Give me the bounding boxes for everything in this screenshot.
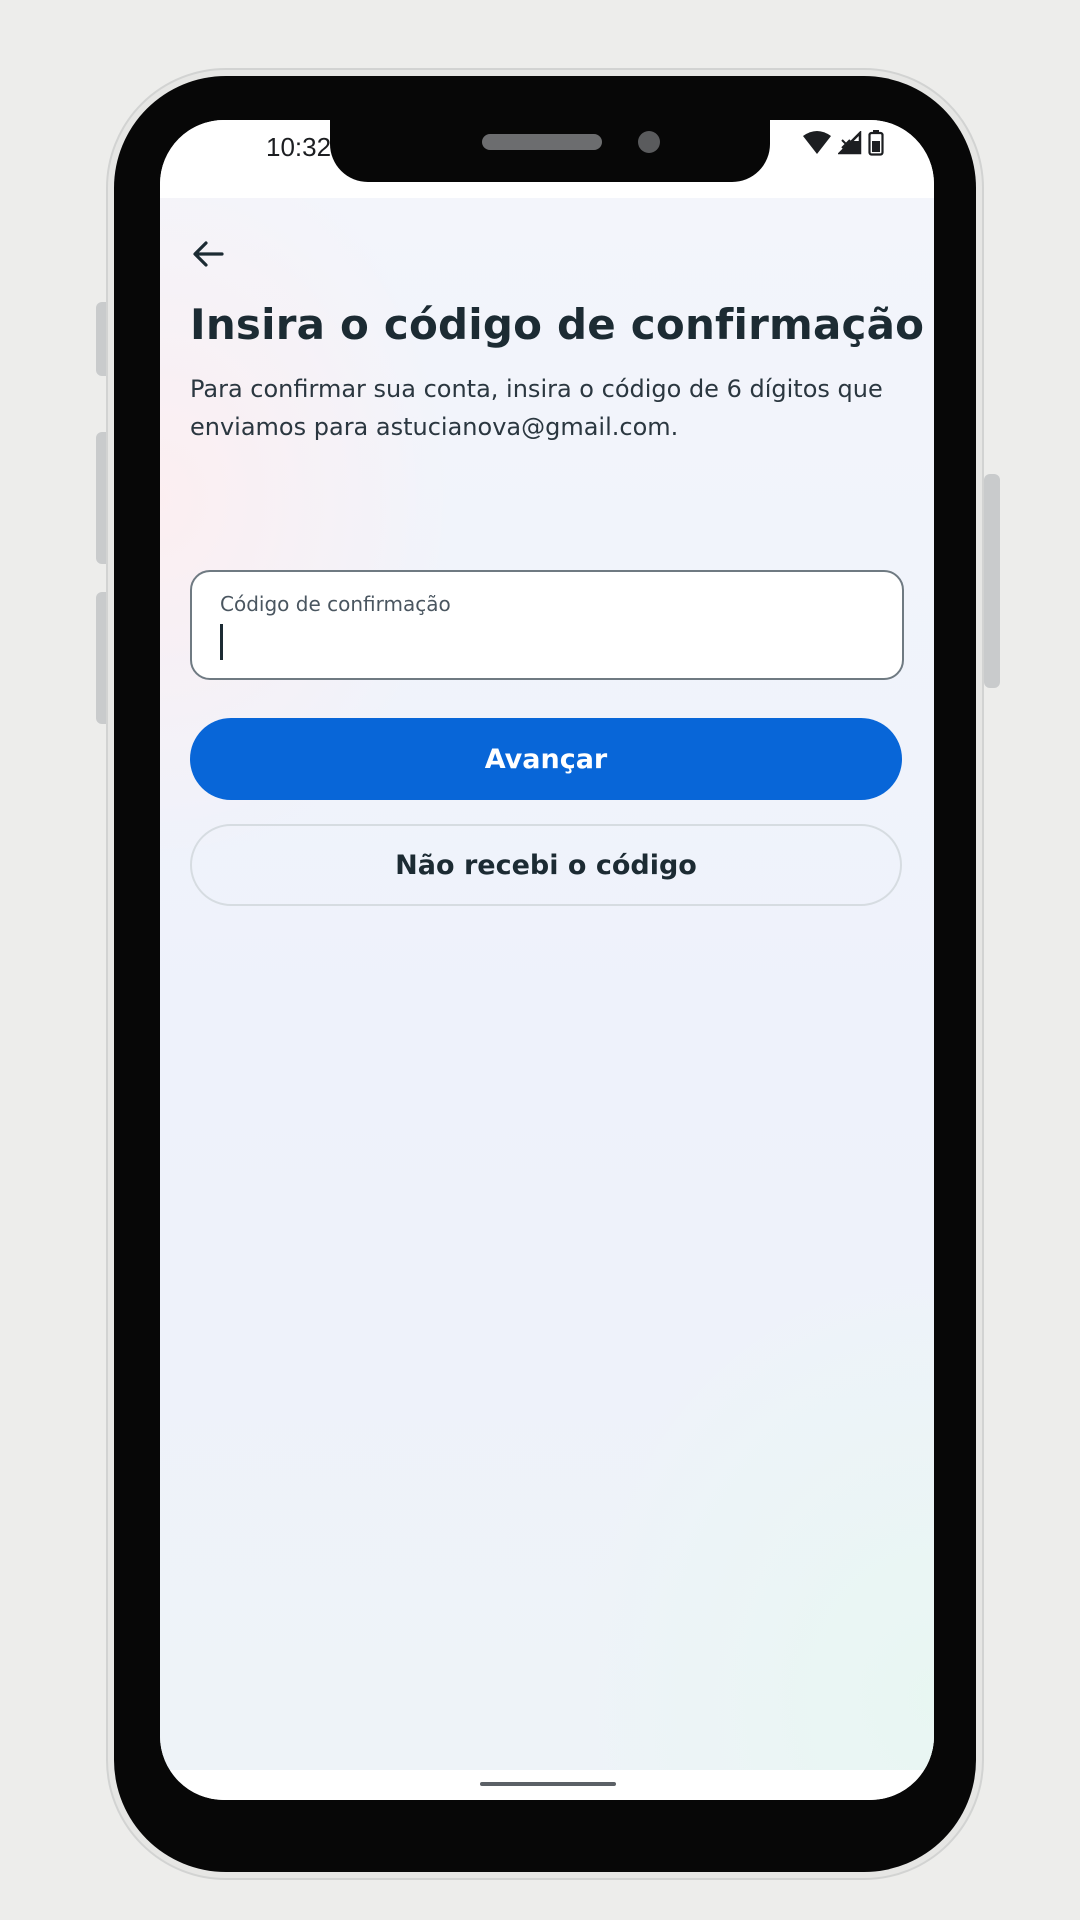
confirmation-code-input[interactable] xyxy=(228,622,868,662)
camera-icon xyxy=(638,131,660,153)
phone-screen: 10:32 Insira o código de confirmação Par… xyxy=(160,120,934,1800)
confirmation-code-field[interactable]: Código de confirmação xyxy=(190,570,904,680)
page-title: Insira o código de confirmação xyxy=(190,300,925,349)
arrow-left-icon[interactable] xyxy=(190,236,226,272)
wifi-icon xyxy=(803,131,831,154)
signal-icon xyxy=(838,131,862,155)
status-icons xyxy=(802,130,884,156)
battery-icon xyxy=(868,130,884,156)
main-content: Insira o código de confirmação Para conf… xyxy=(160,198,934,1770)
text-cursor xyxy=(220,624,223,660)
phone-power-button xyxy=(984,474,1000,688)
phone-notch xyxy=(330,120,770,182)
didnt-receive-code-button[interactable]: Não recebi o código xyxy=(190,824,902,906)
navigation-bar xyxy=(160,1770,934,1800)
next-button[interactable]: Avançar xyxy=(190,718,902,800)
page-subtitle: Para confirmar sua conta, insira o códig… xyxy=(190,375,883,441)
home-indicator[interactable] xyxy=(480,1782,616,1786)
phone-speaker xyxy=(482,134,602,150)
status-time: 10:32 xyxy=(266,132,332,162)
confirmation-code-label: Código de confirmação xyxy=(220,592,451,616)
